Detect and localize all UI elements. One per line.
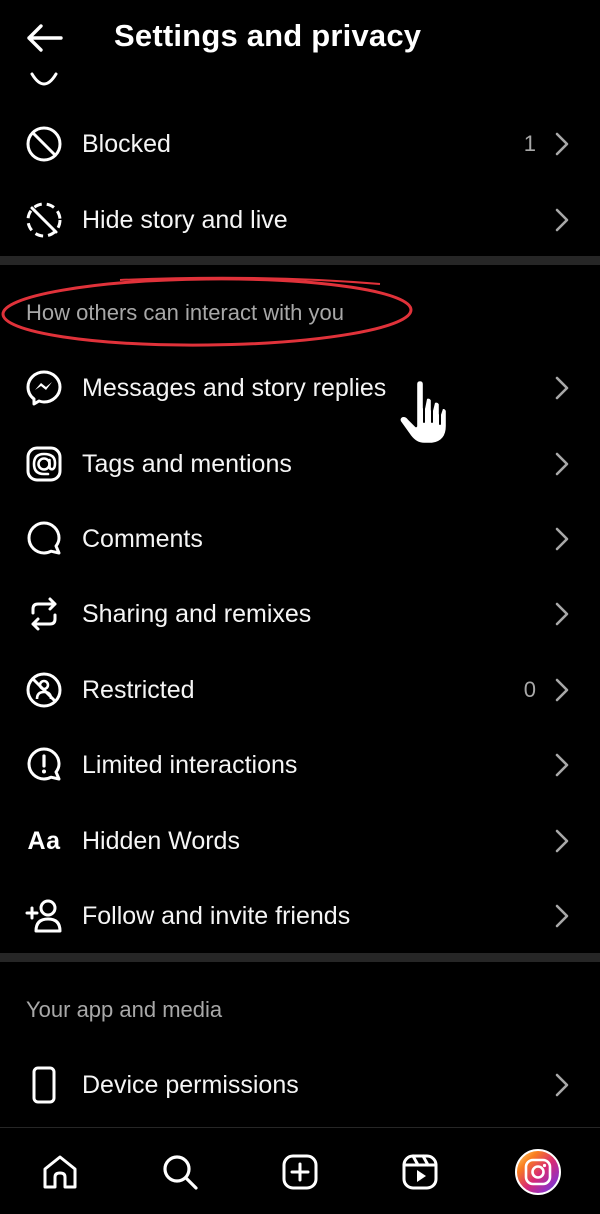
hidden-words-icon: Aa [27, 826, 61, 855]
nav-profile[interactable] [508, 1142, 568, 1202]
chevron-right-icon [554, 1072, 570, 1098]
settings-row-sharing[interactable]: Sharing and remixes [0, 576, 600, 652]
back-button[interactable] [22, 18, 66, 58]
chevron-right-icon [554, 207, 570, 233]
hide-story-icon [24, 200, 64, 240]
row-label: Restricted [82, 675, 195, 704]
chevron-right-icon [554, 828, 570, 854]
section-title-interact: How others can interact with you [26, 300, 344, 325]
nav-reels[interactable] [390, 1142, 450, 1202]
row-count: 0 [523, 677, 536, 702]
chevron-right-icon [554, 903, 570, 929]
chevron-right-icon [554, 451, 570, 477]
scrolled-row-icon [24, 70, 64, 90]
phone-icon [24, 1065, 64, 1105]
instagram-logo-icon [524, 1158, 552, 1186]
row-count: 1 [523, 131, 536, 156]
settings-row-follow-invite[interactable]: Follow and invite friends [0, 878, 600, 954]
row-label: Comments [82, 524, 203, 553]
chevron-right-icon [554, 526, 570, 552]
settings-row-hidden-words[interactable]: Aa Hidden Words [0, 803, 600, 879]
chevron-right-icon [554, 601, 570, 627]
create-icon [282, 1154, 318, 1190]
blocked-icon [24, 124, 64, 164]
nav-create[interactable] [270, 1142, 330, 1202]
profile-avatar [515, 1149, 561, 1195]
settings-row-comments[interactable]: Comments [0, 501, 600, 577]
chevron-right-icon [554, 375, 570, 401]
restricted-icon [24, 670, 64, 710]
row-label: Tags and mentions [82, 449, 292, 478]
nav-search[interactable] [150, 1142, 210, 1202]
add-person-icon [24, 896, 64, 936]
row-label: Follow and invite friends [82, 901, 351, 930]
settings-row-hide-story[interactable]: Hide story and live [0, 182, 600, 258]
back-arrow-icon [27, 24, 63, 52]
limited-interactions-icon [24, 745, 64, 785]
row-label: Hidden Words [82, 826, 240, 855]
row-label: Messages and story replies [82, 373, 387, 402]
row-label: Device permissions [82, 1070, 299, 1099]
nav-home[interactable] [30, 1142, 90, 1202]
section-divider [0, 953, 600, 962]
settings-row-device-permissions[interactable]: Device permissions [0, 1047, 600, 1123]
home-icon [43, 1155, 77, 1189]
row-label: Blocked [82, 129, 171, 158]
section-title-app-media: Your app and media [26, 997, 223, 1022]
section-divider [0, 256, 600, 265]
page-title: Settings and privacy [114, 18, 422, 53]
row-label: Limited interactions [82, 750, 298, 779]
chevron-right-icon [554, 131, 570, 157]
settings-row-messages[interactable]: Messages and story replies [0, 350, 600, 426]
settings-row-tags[interactable]: Tags and mentions [0, 426, 600, 502]
top-bar: Settings and privacy [0, 0, 600, 78]
comment-icon [24, 519, 64, 559]
settings-row-restricted[interactable]: Restricted 0 [0, 652, 600, 728]
row-label: Sharing and remixes [82, 599, 312, 628]
bottom-navigation [0, 1127, 600, 1214]
settings-row-blocked[interactable]: Blocked 1 [0, 106, 600, 182]
settings-row-limited[interactable]: Limited interactions [0, 727, 600, 803]
chevron-right-icon [554, 752, 570, 778]
reels-icon [402, 1154, 438, 1190]
chevron-right-icon [554, 677, 570, 703]
at-sign-icon [24, 444, 64, 484]
search-icon [163, 1155, 198, 1190]
row-label: Hide story and live [82, 205, 288, 234]
messenger-icon [24, 368, 64, 408]
share-remix-icon [24, 594, 64, 634]
